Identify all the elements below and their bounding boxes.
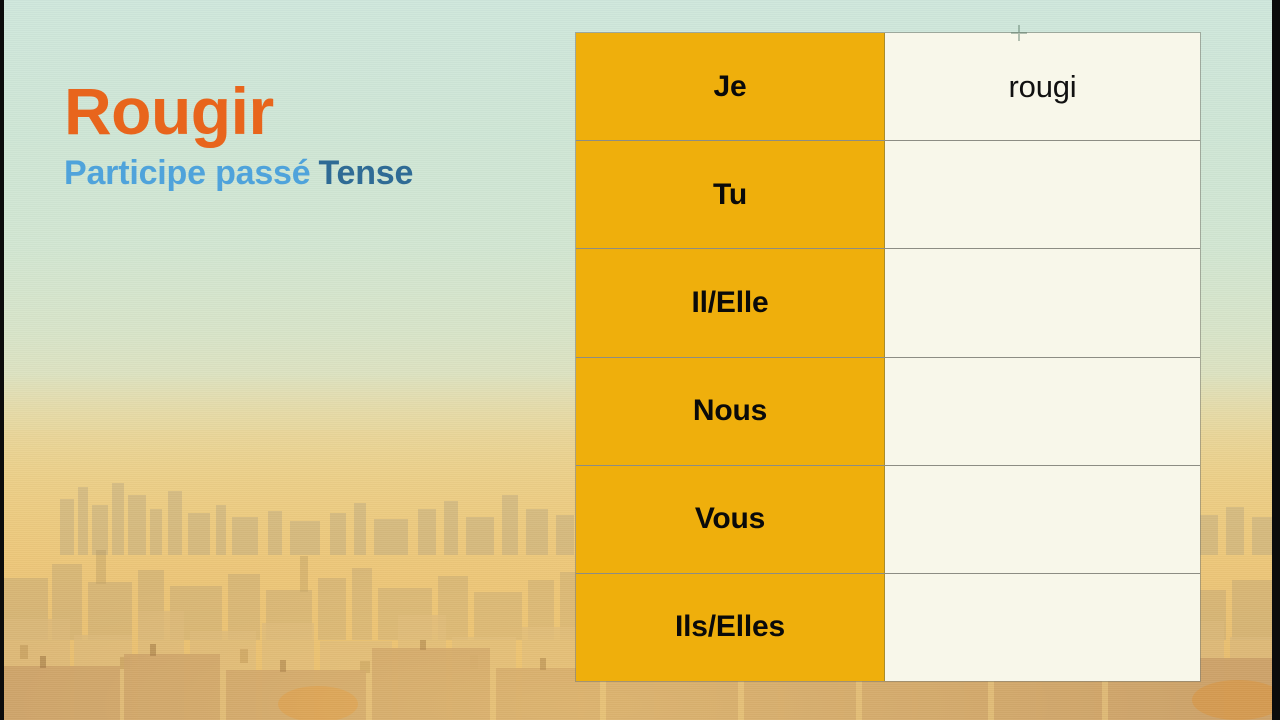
slide-canvas: Rougir Participe passé Tense Je rougi Tu … bbox=[0, 0, 1280, 720]
tense-name-label: Participe passé bbox=[64, 154, 311, 192]
form-cell-ils-elles bbox=[885, 573, 1200, 682]
form-cell-je: rougi bbox=[885, 33, 1200, 141]
form-cell-tu bbox=[885, 141, 1200, 249]
pronoun-cell-ils-elles: Ils/Elles bbox=[576, 573, 885, 682]
table-row: Il/Elle bbox=[576, 249, 1200, 358]
pronoun-cell-vous: Vous bbox=[576, 465, 885, 573]
conjugation-table: Je rougi Tu Il/Elle Nous Vous Ils/Elles bbox=[576, 33, 1200, 682]
plus-icon bbox=[1011, 25, 1027, 41]
form-cell-il-elle bbox=[885, 249, 1200, 357]
table-row: Je rougi bbox=[576, 33, 1200, 142]
pronoun-cell-nous: Nous bbox=[576, 357, 885, 465]
table-row: Tu bbox=[576, 141, 1200, 250]
pronoun-cell-tu: Tu bbox=[576, 141, 885, 249]
tense-subtitle: Participe passé Tense bbox=[64, 156, 413, 190]
table-row: Ils/Elles bbox=[576, 573, 1200, 682]
form-cell-vous bbox=[885, 465, 1200, 573]
table-row: Nous bbox=[576, 357, 1200, 466]
page-title: Rougir bbox=[64, 74, 274, 148]
letterbox-bar-right bbox=[1272, 0, 1280, 720]
table-row: Vous bbox=[576, 465, 1200, 574]
title-block: Rougir Participe passé Tense bbox=[64, 78, 413, 190]
pronoun-cell-il-elle: Il/Elle bbox=[576, 249, 885, 357]
tense-word-label: Tense bbox=[318, 154, 414, 192]
letterbox-bar-left bbox=[0, 0, 4, 720]
form-cell-nous bbox=[885, 357, 1200, 465]
pronoun-cell-je: Je bbox=[576, 33, 885, 141]
